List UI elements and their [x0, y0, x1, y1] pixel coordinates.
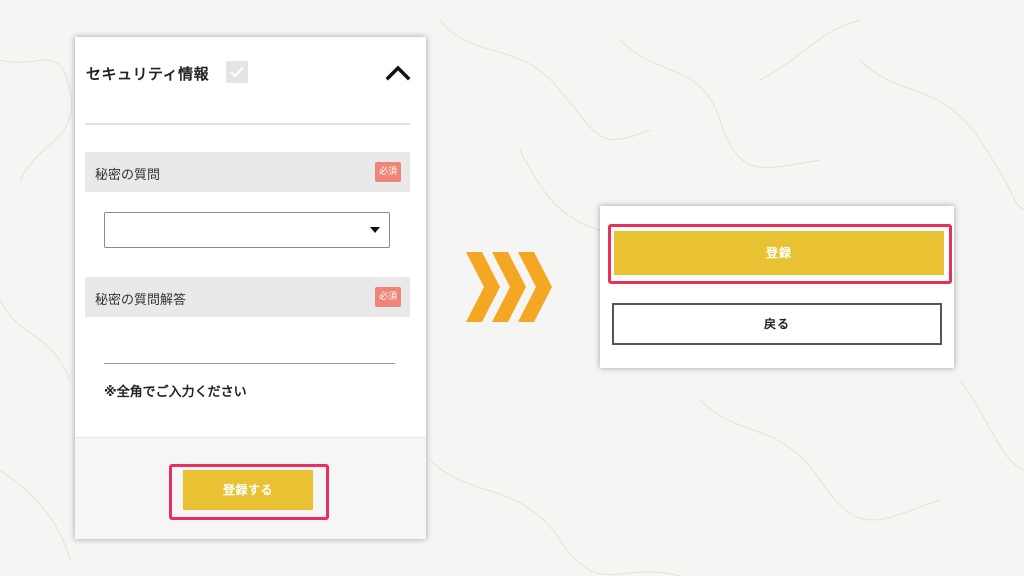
required-badge: 必須: [375, 287, 401, 307]
confirm-panel: 登録 戻る: [600, 206, 954, 368]
register-submit-button[interactable]: 登録する: [183, 470, 313, 510]
secret-question-label: 秘密の質問: [95, 168, 161, 183]
required-badge: 必須: [375, 162, 401, 182]
section-title: セキュリティ情報: [86, 65, 210, 83]
secret-question-select[interactable]: [104, 212, 390, 248]
fullwidth-note: ※全角でご入力ください: [104, 385, 247, 400]
section-header[interactable]: セキュリティ情報: [75, 37, 426, 109]
triple-chevron-right-icon: [466, 252, 552, 322]
secret-question-label-bar: 秘密の質問 必須: [85, 152, 410, 192]
caret-down-icon: [370, 227, 380, 233]
register-button[interactable]: 登録: [614, 231, 944, 275]
panel-footer: 登録する: [75, 437, 426, 539]
divider: [85, 123, 410, 125]
security-info-panel: セキュリティ情報 秘密の質問 必須 秘密の質問解答 必須 ※全角でご入力ください…: [75, 37, 426, 539]
check-icon: [226, 61, 248, 83]
secret-answer-input[interactable]: [104, 337, 395, 364]
back-button[interactable]: 戻る: [612, 303, 942, 345]
secret-answer-label: 秘密の質問解答: [95, 293, 187, 308]
secret-answer-label-bar: 秘密の質問解答 必須: [85, 277, 410, 317]
chevron-up-icon[interactable]: [385, 63, 411, 81]
